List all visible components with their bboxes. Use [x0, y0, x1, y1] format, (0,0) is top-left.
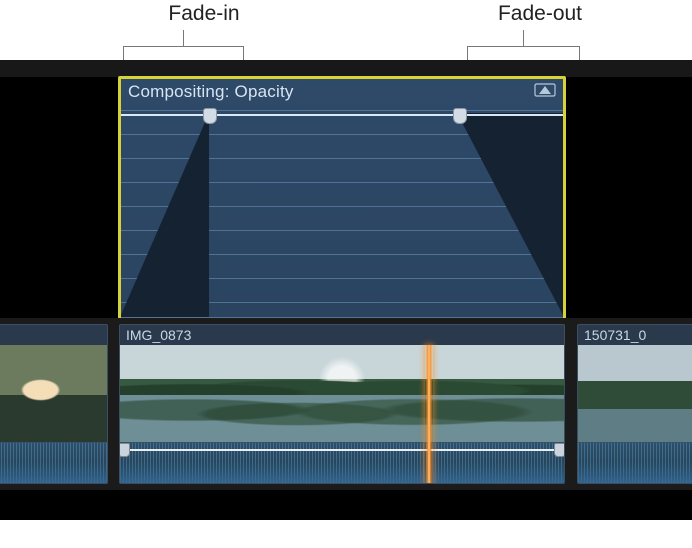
- audio-waveform: [0, 443, 107, 483]
- clip-thumbnail: [578, 345, 692, 445]
- clip-neighbor-left[interactable]: [0, 324, 108, 484]
- video-animation-effect-name: Compositing: Opacity: [128, 82, 294, 102]
- anno-fadein-stem: [183, 30, 184, 46]
- clip-name-label: IMG_0873: [126, 327, 558, 343]
- audio-fade-in-handle[interactable]: [119, 443, 130, 457]
- clip-name-label: 150731_0: [584, 327, 692, 343]
- opacity-level-line[interactable]: [120, 114, 564, 116]
- clip-audio-lane[interactable]: [578, 442, 692, 483]
- clip-thumbnail: [120, 345, 564, 445]
- timeline-track[interactable]: IMG_0873 150731_0: [0, 318, 692, 490]
- fade-in-handle[interactable]: [203, 108, 217, 124]
- clip-audio-lane[interactable]: [0, 442, 107, 483]
- clip-neighbor-right[interactable]: 150731_0: [577, 324, 692, 484]
- editor-top-band: [0, 60, 692, 77]
- fade-out-handle[interactable]: [453, 108, 467, 124]
- video-animation-panel[interactable]: Compositing: Opacity: [119, 77, 565, 318]
- animation-menu-icon[interactable]: [534, 82, 556, 98]
- audio-fade-out-handle[interactable]: [554, 443, 565, 457]
- fade-in-region[interactable]: [120, 113, 209, 317]
- annotation-fade-out-label: Fade-out: [480, 2, 600, 26]
- audio-waveform: [578, 443, 692, 483]
- annotation-fade-in-label: Fade-in: [154, 2, 254, 26]
- anno-fadeout-bar: [467, 46, 579, 47]
- clip-audio-lane[interactable]: [120, 442, 564, 483]
- audio-level-line[interactable]: [120, 449, 564, 451]
- timeline-editor-area: Compositing: Opacity IM: [0, 60, 692, 520]
- clip-thumbnail: [0, 345, 107, 445]
- anno-fadeout-stem: [523, 30, 524, 46]
- fade-out-region[interactable]: [457, 113, 564, 317]
- clip-selected[interactable]: IMG_0873: [119, 324, 565, 484]
- anno-fadein-bar: [123, 46, 243, 47]
- editor-bottom-band: [0, 490, 692, 520]
